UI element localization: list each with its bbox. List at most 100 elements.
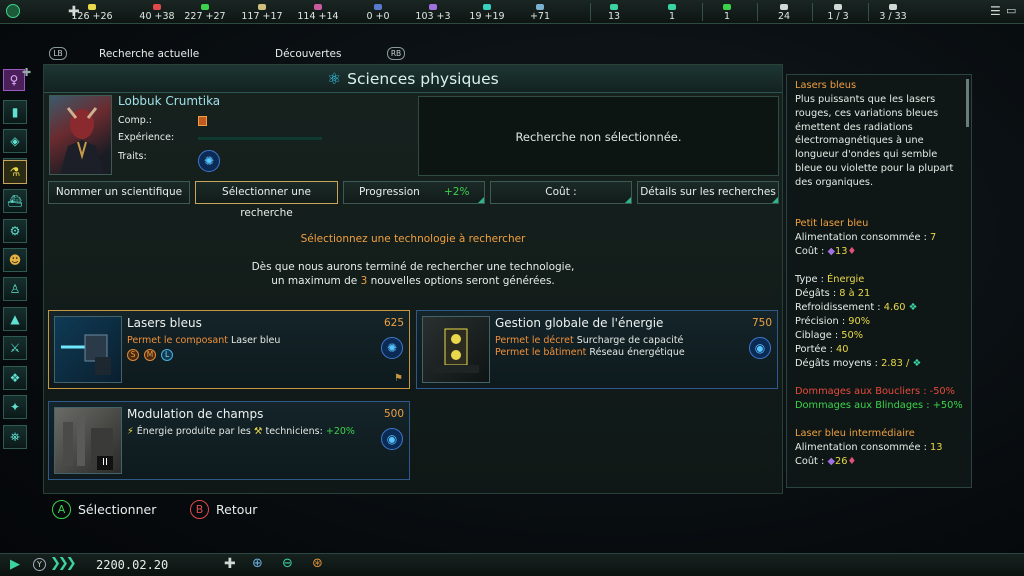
nav-ships-icon[interactable]: ⛯ [3, 425, 27, 449]
resource-bar: ✚ 126 +26 40 +38 227 +27 117 +17 114 +14 0 +0… [0, 0, 1024, 24]
tech-card-lasers-bleus[interactable]: Lasers bleus 625 Permet le composant Las… [48, 310, 410, 389]
resource-9[interactable]: 13 [592, 4, 636, 22]
zoom-in-icon[interactable]: ⊕ [252, 556, 263, 571]
options-info-line2: un maximum de 3 nouvelles options seront… [44, 275, 782, 287]
systems-icon [889, 4, 897, 10]
nav-policies-icon[interactable]: ▲ [3, 307, 27, 331]
play-icon[interactable]: ▶ [10, 557, 20, 572]
panel-title-text: Sciences physiques [347, 70, 499, 88]
tech-unlock-value: Laser bleu [231, 335, 281, 346]
type-value: Énergie [827, 274, 865, 285]
nav-wars-icon[interactable]: ⚔ [3, 336, 27, 360]
select-research-button[interactable]: Sélectionner une recherche [195, 181, 338, 219]
resource-11[interactable]: 1 [705, 4, 749, 22]
tech-unlock-value: Réseau énergétique [589, 347, 685, 358]
research-icon [536, 4, 544, 10]
resource-3[interactable]: 117 +17 [240, 4, 284, 22]
y-button-icon[interactable]: Y [33, 558, 46, 571]
speed-icon[interactable]: ❯❯❯ [50, 556, 77, 571]
scientist-portrait[interactable] [49, 95, 112, 175]
settings-icon[interactable]: ▭ [1006, 4, 1016, 17]
resource-4[interactable]: 114 +14 [296, 4, 340, 22]
b-button-icon[interactable]: B [190, 500, 209, 519]
info-tracking: Ciblage : 50% [795, 329, 967, 343]
resource-2[interactable]: 227 +27 [183, 4, 227, 22]
resource-value: +71 [529, 11, 551, 22]
options-info-post: nouvelles options seront générées. [370, 275, 555, 287]
nav-fleets-icon[interactable]: ⛴ [3, 189, 27, 213]
scientist-name[interactable]: Lobbuk Crumtika [118, 94, 220, 108]
resource-6[interactable]: 103 +3 [411, 4, 455, 22]
select-label[interactable]: Sélectionner [78, 502, 156, 517]
menu-icon[interactable]: ☰ [990, 4, 1002, 18]
nav-factions-icon[interactable]: ❖ [3, 366, 27, 390]
nav-contacts-icon[interactable]: ▮ [3, 100, 27, 124]
dpad-icon[interactable]: ✚ [224, 556, 236, 572]
naval-capacity-icon [780, 4, 788, 10]
resource-13[interactable]: 1 / 3 [816, 4, 860, 22]
tech-title: Lasers bleus [127, 316, 202, 330]
zoom-out-icon[interactable]: ⊖ [282, 556, 293, 571]
resource-value: 126 +26 [71, 11, 113, 22]
cost-button[interactable]: Coût : [490, 181, 632, 204]
resource-1[interactable]: 40 +38 [135, 4, 179, 22]
info-power: Alimentation consommée : 7 [795, 231, 967, 245]
tech-unlock-prefix: Permet le composant [127, 335, 228, 346]
resource-14[interactable]: 3 / 33 [871, 4, 915, 22]
options-info-pre: un maximum de [271, 275, 358, 287]
tab-discoveries[interactable]: Découvertes [275, 44, 341, 64]
nav-research-icon[interactable]: ⚗ [3, 160, 27, 184]
slot-small-icon: S [127, 349, 139, 361]
alloys-icon: ◆ [827, 246, 835, 257]
tech-cost: 750 [751, 317, 772, 329]
resource-separator [868, 3, 869, 21]
lb-button-icon[interactable]: LB [49, 47, 67, 60]
name-scientist-button[interactable]: Nommer un scientifique [48, 181, 190, 204]
game-date: 2200.02.20 [96, 558, 169, 572]
power-label: Alimentation consommée : [795, 442, 927, 453]
back-label[interactable]: Retour [216, 502, 257, 517]
progress-button[interactable]: Progression +2% [343, 181, 485, 204]
resource-value: 117 +17 [241, 11, 283, 22]
cost-label: Coût : [795, 246, 825, 257]
resource-value: 40 +38 [139, 11, 175, 22]
info-type: Type : Énergie [795, 273, 967, 287]
tech-card-modulation-champs[interactable]: II Modulation de champs 500 ⚡ Énergie pr… [48, 401, 410, 480]
progress-label: Progression [359, 186, 420, 198]
damage-value: 8 à 21 [839, 288, 871, 299]
options-count: 3 [360, 275, 368, 287]
resource-10[interactable]: 1 [650, 4, 694, 22]
empire-icon[interactable] [6, 4, 20, 18]
time-bar: ▶ Y ❯❯❯ 2200.02.20 ✚ ⊕ ⊖ ⊛ [0, 553, 1024, 576]
resource-5[interactable]: 0 +0 [356, 4, 400, 22]
nav-leaders-icon[interactable]: ♙ [3, 277, 27, 301]
ship-component-icon: ⚑ [394, 373, 403, 384]
nav-ascension-icon[interactable]: ✦ [3, 395, 27, 419]
a-button-icon[interactable]: A [52, 500, 71, 519]
tech-cost: 625 [383, 317, 404, 329]
alloys-icon: ◆ [827, 456, 835, 467]
resource-8[interactable]: +71 [518, 4, 562, 22]
nav-dpad-icon: ✚ [22, 66, 32, 79]
trait-icon[interactable]: ✺ [198, 150, 220, 172]
tech-unlock-value: Surcharge de capacité [576, 335, 684, 346]
resource-value: 13 [607, 11, 621, 22]
tab-current-research[interactable]: Recherche actuelle [99, 44, 199, 64]
nav-traditions-icon[interactable]: ⚙ [3, 219, 27, 243]
resource-0[interactable]: 126 +26 [70, 4, 114, 22]
resource-value: 19 +19 [469, 11, 505, 22]
rb-button-icon[interactable]: RB [387, 47, 405, 60]
fleet-icon [668, 4, 676, 10]
resource-12[interactable]: 24 [762, 4, 806, 22]
search-icon[interactable]: ⊛ [312, 556, 323, 571]
tech-card-gestion-energie[interactable]: Gestion globale de l'énergie 750 Permet … [416, 310, 778, 389]
resource-separator [702, 3, 703, 21]
research-details-button[interactable]: Détails sur les recherches [637, 181, 779, 204]
nav-situation-icon[interactable]: ◈ [3, 129, 27, 153]
tech-info-panel[interactable]: Lasers bleus Plus puissants que les lase… [786, 74, 972, 488]
nav-species-icon[interactable]: ☻ [3, 248, 27, 272]
accuracy-label: Précision : [795, 316, 846, 327]
info-cooldown: Refroidissement : 4.60 ❖ [795, 301, 967, 315]
physics-area-icon: ◉ [749, 337, 771, 359]
resource-7[interactable]: 19 +19 [465, 4, 509, 22]
